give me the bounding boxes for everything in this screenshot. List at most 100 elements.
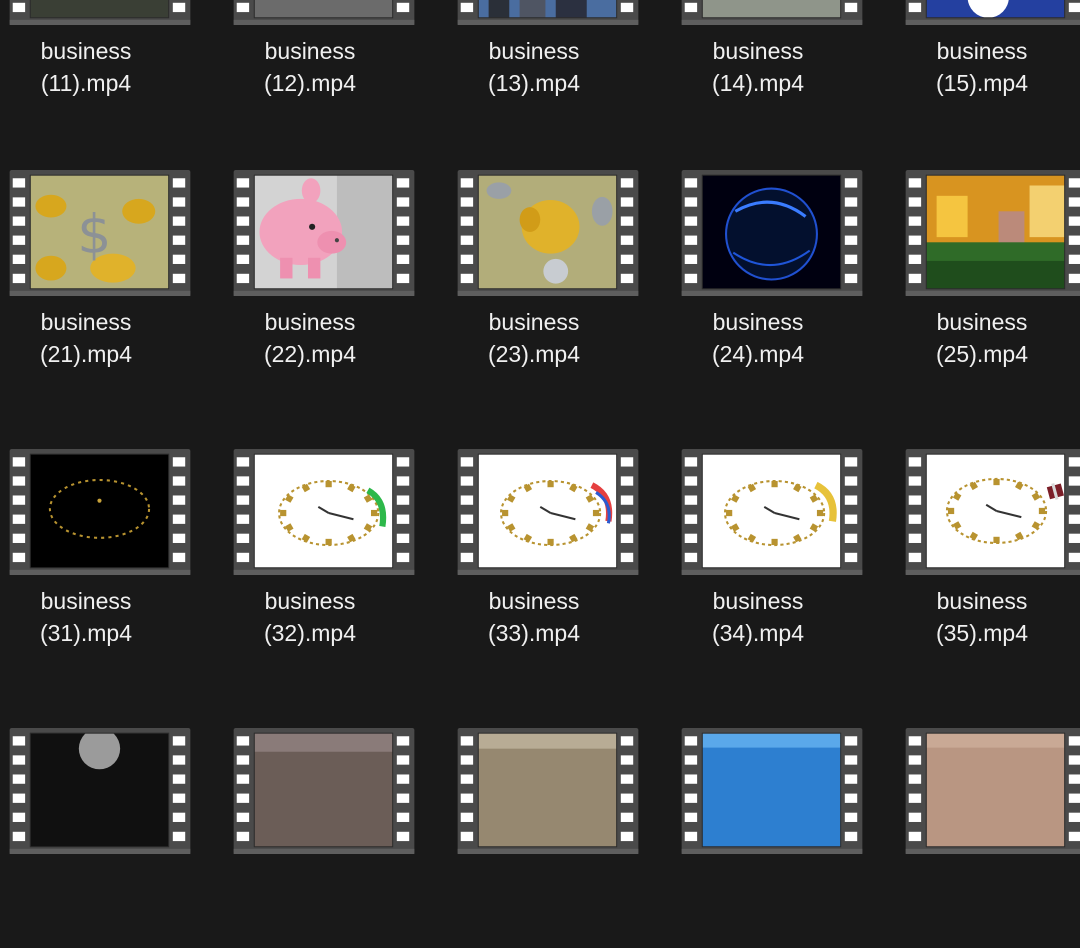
file-name-line-1: business: [40, 38, 132, 64]
file-name-line-2: (32).mp4: [263, 620, 357, 646]
file-tile[interactable]: business (14).mp4: [674, 0, 870, 119]
file-name-line-1: business: [712, 309, 804, 335]
file-tile[interactable]: [898, 728, 1080, 948]
video-thumbnail[interactable]: [898, 170, 1080, 296]
file-tile[interactable]: business (33).mp4: [450, 449, 646, 669]
file-name[interactable]: business (21).mp4: [2, 306, 170, 370]
file-name[interactable]: business (15).mp4: [898, 35, 1066, 99]
film-strip-icon: [457, 0, 639, 25]
film-strip-icon: $: [9, 170, 191, 296]
file-grid: business (11).mp4 business (12).mp4 busine…: [0, 0, 1080, 854]
file-tile[interactable]: [450, 728, 646, 948]
video-thumbnail[interactable]: [450, 0, 646, 25]
file-name-line-1: business: [936, 38, 1028, 64]
video-thumbnail[interactable]: [226, 170, 422, 296]
file-tile[interactable]: business (12).mp4: [226, 0, 422, 119]
film-strip-icon: [9, 728, 191, 854]
file-tile[interactable]: business (25).mp4: [898, 170, 1080, 390]
file-name[interactable]: business (34).mp4: [674, 585, 842, 649]
file-name-line-2: (24).mp4: [711, 341, 805, 367]
video-thumbnail[interactable]: [450, 449, 646, 575]
film-strip-icon: [905, 449, 1080, 575]
file-tile[interactable]: business (15).mp4: [898, 0, 1080, 119]
file-name[interactable]: business (32).mp4: [226, 585, 394, 649]
file-tile[interactable]: business (24).mp4: [674, 170, 870, 390]
file-name-line-1: business: [488, 38, 580, 64]
video-thumbnail[interactable]: [898, 728, 1080, 854]
video-thumbnail[interactable]: [2, 0, 198, 25]
film-strip-icon: [9, 0, 191, 25]
video-thumbnail[interactable]: [898, 449, 1080, 575]
video-thumbnail[interactable]: [674, 0, 870, 25]
film-strip-icon: [233, 449, 415, 575]
file-tile[interactable]: business (22).mp4: [226, 170, 422, 390]
file-name-line-2: (14).mp4: [711, 70, 805, 96]
video-thumbnail[interactable]: [2, 449, 198, 575]
file-name-line-2: (22).mp4: [263, 341, 357, 367]
film-strip-icon: [457, 170, 639, 296]
file-name-line-2: (21).mp4: [39, 341, 133, 367]
file-name-line-1: business: [712, 588, 804, 614]
file-name-line-2: (25).mp4: [935, 341, 1029, 367]
file-tile[interactable]: [674, 728, 870, 948]
file-name-line-1: business: [488, 588, 580, 614]
video-thumbnail[interactable]: $: [2, 170, 198, 296]
film-strip-icon: [905, 170, 1080, 296]
file-tile[interactable]: business (13).mp4: [450, 0, 646, 119]
file-tile[interactable]: $ business (21).mp4: [2, 170, 198, 390]
video-thumbnail[interactable]: [2, 728, 198, 854]
film-strip-icon: [233, 170, 415, 296]
film-strip-icon: [681, 170, 863, 296]
video-thumbnail[interactable]: [898, 0, 1080, 25]
video-thumbnail[interactable]: [226, 728, 422, 854]
svg-text:$: $: [77, 203, 111, 266]
video-thumbnail[interactable]: [674, 728, 870, 854]
file-name[interactable]: business (12).mp4: [226, 35, 394, 99]
file-name[interactable]: business (31).mp4: [2, 585, 170, 649]
file-name-line-2: (13).mp4: [487, 70, 581, 96]
file-name-line-1: business: [264, 38, 356, 64]
file-name[interactable]: business (14).mp4: [674, 35, 842, 99]
film-strip-icon: [457, 728, 639, 854]
file-tile[interactable]: business (34).mp4: [674, 449, 870, 669]
file-name[interactable]: business (35).mp4: [898, 585, 1066, 649]
file-tile[interactable]: business (11).mp4: [2, 0, 198, 119]
file-name[interactable]: business (22).mp4: [226, 306, 394, 370]
file-name[interactable]: business (24).mp4: [674, 306, 842, 370]
file-name-line-2: (23).mp4: [487, 341, 581, 367]
film-strip-icon: [681, 449, 863, 575]
video-thumbnail[interactable]: [226, 449, 422, 575]
file-tile[interactable]: business (32).mp4: [226, 449, 422, 669]
file-name-line-2: (33).mp4: [487, 620, 581, 646]
file-name-line-1: business: [488, 309, 580, 335]
film-strip-icon: [905, 0, 1080, 25]
video-thumbnail[interactable]: [450, 170, 646, 296]
film-strip-icon: [681, 0, 863, 25]
video-thumbnail[interactable]: [226, 0, 422, 25]
file-name[interactable]: business (13).mp4: [450, 35, 618, 99]
film-strip-icon: [905, 728, 1080, 854]
file-name-line-2: (31).mp4: [39, 620, 133, 646]
video-thumbnail[interactable]: [674, 170, 870, 296]
video-thumbnail[interactable]: [450, 728, 646, 854]
file-name[interactable]: business (11).mp4: [2, 35, 170, 99]
file-name-line-2: (15).mp4: [935, 70, 1029, 96]
file-tile[interactable]: [2, 728, 198, 948]
film-strip-icon: [233, 0, 415, 25]
file-name[interactable]: business (25).mp4: [898, 306, 1066, 370]
file-name-line-2: (34).mp4: [711, 620, 805, 646]
film-strip-icon: [9, 449, 191, 575]
file-name-line-1: business: [264, 588, 356, 614]
file-tile[interactable]: [226, 728, 422, 948]
file-name[interactable]: business (23).mp4: [450, 306, 618, 370]
file-tile[interactable]: business (23).mp4: [450, 170, 646, 390]
video-thumbnail[interactable]: [674, 449, 870, 575]
file-name-line-1: business: [936, 309, 1028, 335]
file-name[interactable]: business (33).mp4: [450, 585, 618, 649]
file-name-line-1: business: [40, 309, 132, 335]
film-strip-icon: [233, 728, 415, 854]
file-name-line-2: (35).mp4: [935, 620, 1029, 646]
file-tile[interactable]: business (31).mp4: [2, 449, 198, 669]
file-name-line-2: (12).mp4: [263, 70, 357, 96]
file-tile[interactable]: business (35).mp4: [898, 449, 1080, 669]
